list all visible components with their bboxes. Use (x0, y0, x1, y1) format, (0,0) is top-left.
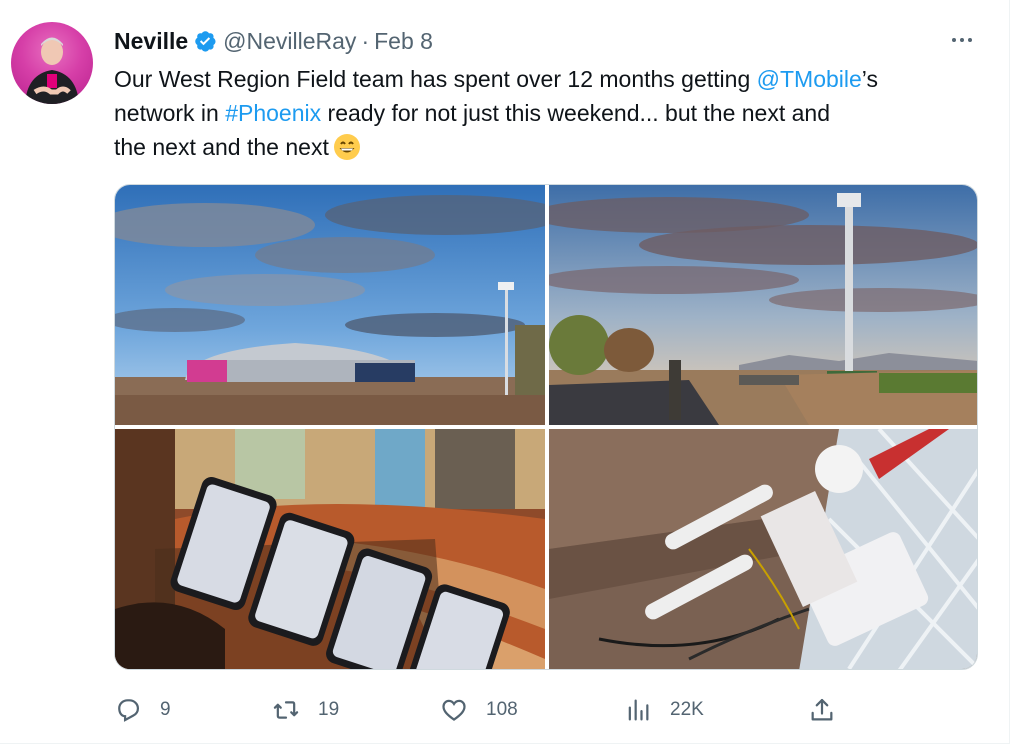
photo-antenna-equipment[interactable] (549, 429, 977, 669)
tweet-date[interactable]: Feb 8 (374, 28, 433, 55)
tweet-text: Our West Region Field team has spent ove… (114, 62, 994, 164)
retweet-button[interactable]: 19 (272, 692, 339, 728)
tweet-actions: 9 19 108 22K (114, 692, 854, 728)
views-button[interactable]: 22K (624, 692, 704, 728)
avatar[interactable] (11, 22, 93, 104)
photo-cell-tower-road[interactable] (549, 185, 977, 425)
antenna-equipment-photo-icon (549, 429, 977, 669)
reply-icon (118, 699, 140, 722)
verified-badge-icon[interactable] (193, 29, 217, 53)
views-chart-icon (628, 699, 649, 721)
tweet-line-1: Our West Region Field team has spent ove… (114, 66, 878, 92)
cell-tower-road-photo-icon (549, 185, 977, 425)
separator-dot: · (361, 27, 370, 54)
reply-count: 9 (160, 699, 171, 720)
tweet-line-2: network in #Phoenix ready for not just t… (114, 100, 831, 126)
profile-photo (25, 37, 79, 104)
stadium-photo-icon (115, 185, 545, 425)
hashtag-link[interactable]: #Phoenix (225, 100, 321, 126)
tweet-card[interactable]: Neville @NevilleRay · Feb 8 Our West Reg… (0, 0, 1010, 744)
more-options-button[interactable] (944, 27, 980, 53)
photo-stadium[interactable] (115, 185, 545, 425)
media-grid (114, 184, 978, 670)
tweet-header: Neville @NevilleRay · Feb 8 (114, 26, 433, 56)
more-dots-icon (952, 38, 956, 42)
share-icon (811, 698, 833, 721)
views-count: 22K (670, 699, 704, 720)
grinning-face-emoji-icon (333, 134, 360, 160)
photo-phones-testing[interactable] (115, 429, 545, 669)
like-count: 108 (486, 699, 518, 720)
tweet-line-3: the next and the next (114, 130, 994, 164)
reply-button[interactable]: 9 (114, 692, 171, 728)
mention-link[interactable]: @TMobile (757, 66, 862, 92)
author-handle[interactable]: @NevilleRay (223, 28, 356, 55)
heart-icon (442, 699, 466, 721)
like-button[interactable]: 108 (440, 692, 518, 728)
retweet-icon (273, 701, 299, 719)
share-button[interactable] (808, 692, 836, 728)
retweet-count: 19 (318, 699, 340, 720)
phones-testing-photo-icon (115, 429, 545, 669)
author-name[interactable]: Neville (114, 28, 188, 55)
